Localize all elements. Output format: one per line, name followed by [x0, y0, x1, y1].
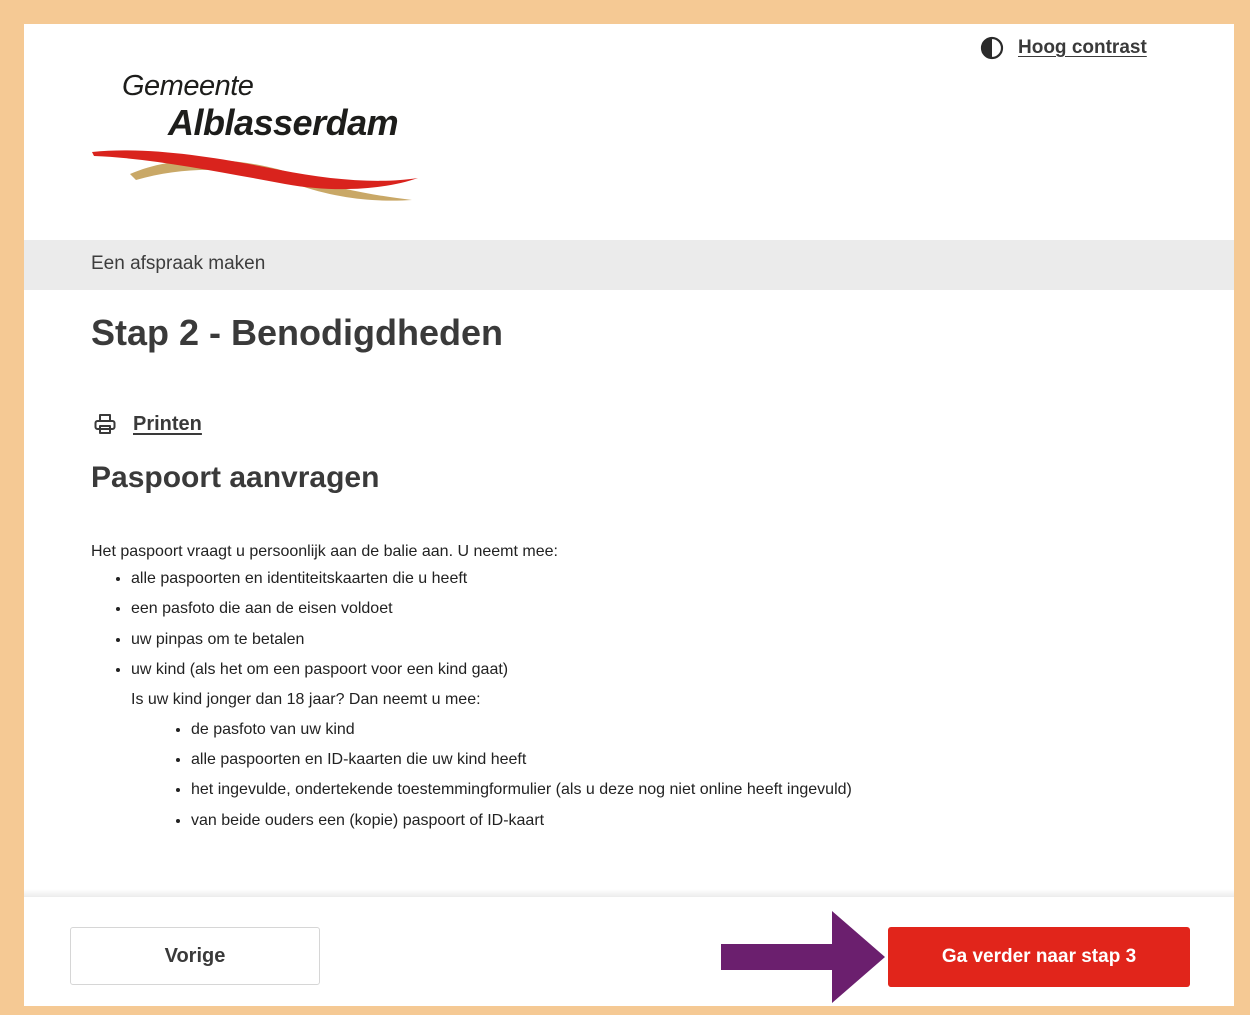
breadcrumb: Een afspraak maken	[91, 253, 266, 274]
logo-text-alblasserdam: Alblasserdam	[168, 102, 399, 143]
previous-button[interactable]: Vorige	[70, 927, 320, 985]
printer-icon	[94, 414, 116, 434]
next-step-button[interactable]: Ga verder naar stap 3	[888, 927, 1190, 987]
list-item-child-label: uw kind (als het om een paspoort voor ee…	[131, 660, 509, 678]
annotation-arrow-icon	[721, 911, 885, 1003]
child-requirements-list: de pasfoto van uw kind alle paspoorten e…	[131, 720, 852, 831]
sub-list-item: alle paspoorten en ID-kaarten die uw kin…	[191, 750, 852, 770]
footer-divider	[24, 889, 1234, 897]
section-title: Paspoort aanvragen	[91, 461, 380, 494]
page-title: Stap 2 - Benodigdheden	[91, 312, 504, 353]
requirements-content: Het paspoort vraagt u persoonlijk aan de…	[91, 542, 852, 841]
print-link[interactable]: Printen	[93, 412, 202, 436]
print-label[interactable]: Printen	[133, 413, 202, 436]
municipality-logo[interactable]: Gemeente Alblasserdam	[90, 66, 420, 206]
breadcrumb-bar: Een afspraak maken	[24, 240, 1234, 290]
sub-list-item: van beide ouders een (kopie) paspoort of…	[191, 811, 852, 831]
requirements-list: alle paspoorten en identiteitskaarten di…	[91, 569, 852, 831]
list-item: uw pinpas om te betalen	[131, 630, 852, 650]
list-item-child: uw kind (als het om een paspoort voor ee…	[131, 660, 852, 831]
list-item: een pasfoto die aan de eisen voldoet	[131, 599, 852, 619]
high-contrast-label[interactable]: Hoog contrast	[1018, 37, 1147, 59]
sub-list-item: het ingevulde, ondertekende toestemmingf…	[191, 780, 852, 800]
contrast-icon	[980, 36, 1004, 60]
logo-text-gemeente: Gemeente	[122, 70, 254, 102]
sub-list-item: de pasfoto van uw kind	[191, 720, 852, 740]
high-contrast-toggle[interactable]: Hoog contrast	[980, 36, 1147, 60]
requirements-intro: Het paspoort vraagt u persoonlijk aan de…	[91, 543, 558, 560]
list-item: alle paspoorten en identiteitskaarten di…	[131, 569, 852, 589]
page-frame: Hoog contrast Gemeente Alblasserdam Een …	[24, 24, 1234, 1006]
logo-swoosh-icon	[92, 150, 418, 201]
child-requirements-intro: Is uw kind jonger dan 18 jaar? Dan neemt…	[131, 690, 481, 708]
